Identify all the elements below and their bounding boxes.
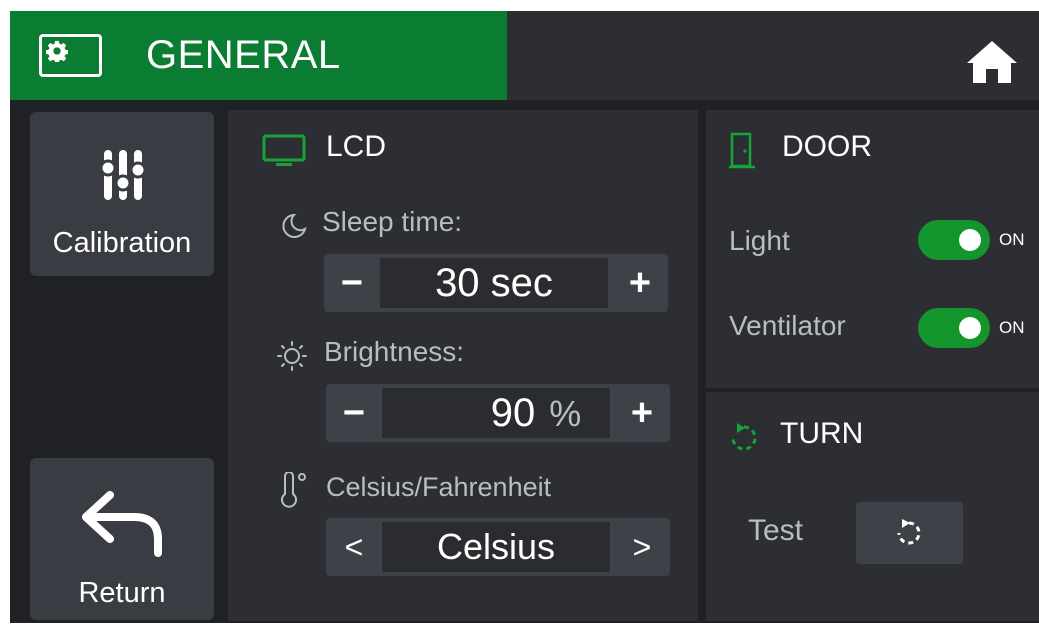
temperature-next-button[interactable]: >	[614, 518, 670, 576]
screen: GENERAL Calibration Return LCD Sleep tim…	[10, 11, 1039, 623]
light-label: Light	[729, 225, 790, 256]
temperature-unit-selector: < Celsius >	[326, 518, 670, 576]
lcd-title: LCD	[326, 130, 387, 163]
settings-card-icon	[39, 34, 102, 77]
page-title: GENERAL	[146, 33, 341, 77]
header-right	[507, 11, 1039, 100]
test-label: Test	[748, 514, 804, 547]
sleep-time-value: 30 sec	[380, 258, 608, 308]
brightness-value-box: 90%	[382, 388, 610, 438]
sleep-time-stepper: − 30 sec +	[324, 254, 668, 312]
return-arrow-icon	[82, 491, 162, 557]
ventilator-label: Ventilator	[729, 310, 846, 341]
sleep-time-label: Sleep time:	[322, 206, 463, 237]
lcd-panel: LCD Sleep time: − 30 sec + Brightness: −…	[228, 110, 698, 621]
brightness-label: Brightness:	[324, 336, 465, 367]
door-title: DOOR	[782, 130, 872, 163]
brightness-increase-button[interactable]: +	[614, 384, 670, 442]
test-rotate-button[interactable]	[856, 502, 963, 564]
temperature-unit-label: Celsius/Fahrenheit	[326, 472, 552, 502]
return-label: Return	[78, 577, 166, 609]
thermometer-icon	[281, 472, 306, 508]
brightness-decrease-button[interactable]: −	[326, 384, 382, 442]
brightness-value: 90	[490, 391, 536, 435]
moon-icon	[282, 213, 307, 238]
turn-title: TURN	[780, 417, 864, 450]
light-toggle[interactable]	[918, 220, 990, 260]
temperature-prev-button[interactable]: <	[326, 518, 382, 576]
light-state: ON	[999, 230, 1025, 249]
door-panel: DOOR Light ON Ventilator ON	[706, 110, 1039, 388]
sleep-time-decrease-button[interactable]: −	[324, 254, 380, 312]
monitor-icon	[262, 134, 306, 166]
home-icon[interactable]	[966, 40, 1018, 89]
sliders-icon	[101, 150, 145, 200]
turn-panel: TURN Test	[706, 392, 1039, 621]
sun-icon	[277, 341, 307, 371]
rotate-test-icon	[897, 519, 921, 545]
light-toggle-knob	[959, 229, 981, 251]
calibration-button[interactable]: Calibration	[30, 112, 214, 276]
door-icon	[729, 132, 755, 169]
calibration-label: Calibration	[52, 227, 192, 259]
brightness-unit: %	[549, 393, 582, 434]
rotate-icon	[731, 423, 757, 451]
header-title-bar: GENERAL	[10, 11, 507, 100]
return-button[interactable]: Return	[30, 458, 214, 620]
temperature-unit-value: Celsius	[382, 522, 610, 572]
ventilator-toggle[interactable]	[918, 308, 990, 348]
brightness-stepper: − 90% +	[326, 384, 670, 442]
ventilator-state: ON	[999, 318, 1025, 337]
ventilator-toggle-knob	[959, 317, 981, 339]
sleep-time-increase-button[interactable]: +	[612, 254, 668, 312]
